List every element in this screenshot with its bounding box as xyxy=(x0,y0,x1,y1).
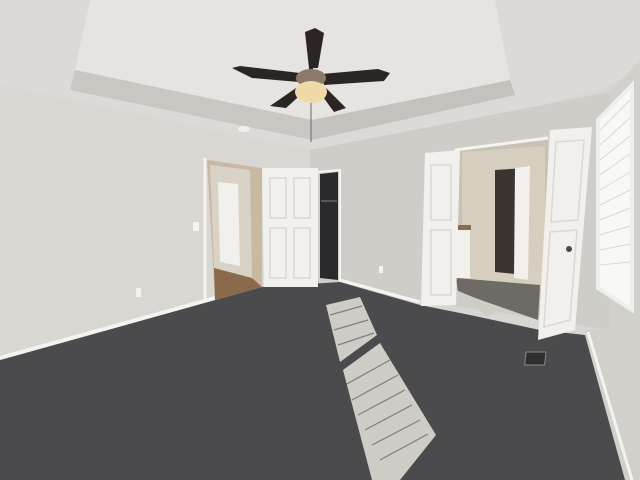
wall-outlet-back xyxy=(379,266,383,273)
closet-shelf xyxy=(321,200,337,202)
floor-vent xyxy=(524,351,547,366)
bathroom-vanity xyxy=(456,228,470,278)
door-knob[interactable] xyxy=(566,246,572,252)
closet-doorway[interactable] xyxy=(320,172,338,280)
light-switch[interactable] xyxy=(193,222,199,231)
bathroom-door-left[interactable] xyxy=(421,150,460,306)
smoke-detector xyxy=(238,126,250,132)
hallway-door-far xyxy=(218,182,240,266)
bedroom-scene xyxy=(0,0,640,480)
fan-light xyxy=(295,81,327,103)
wall-outlet-left xyxy=(136,288,141,297)
bathroom-far-door xyxy=(514,166,530,280)
